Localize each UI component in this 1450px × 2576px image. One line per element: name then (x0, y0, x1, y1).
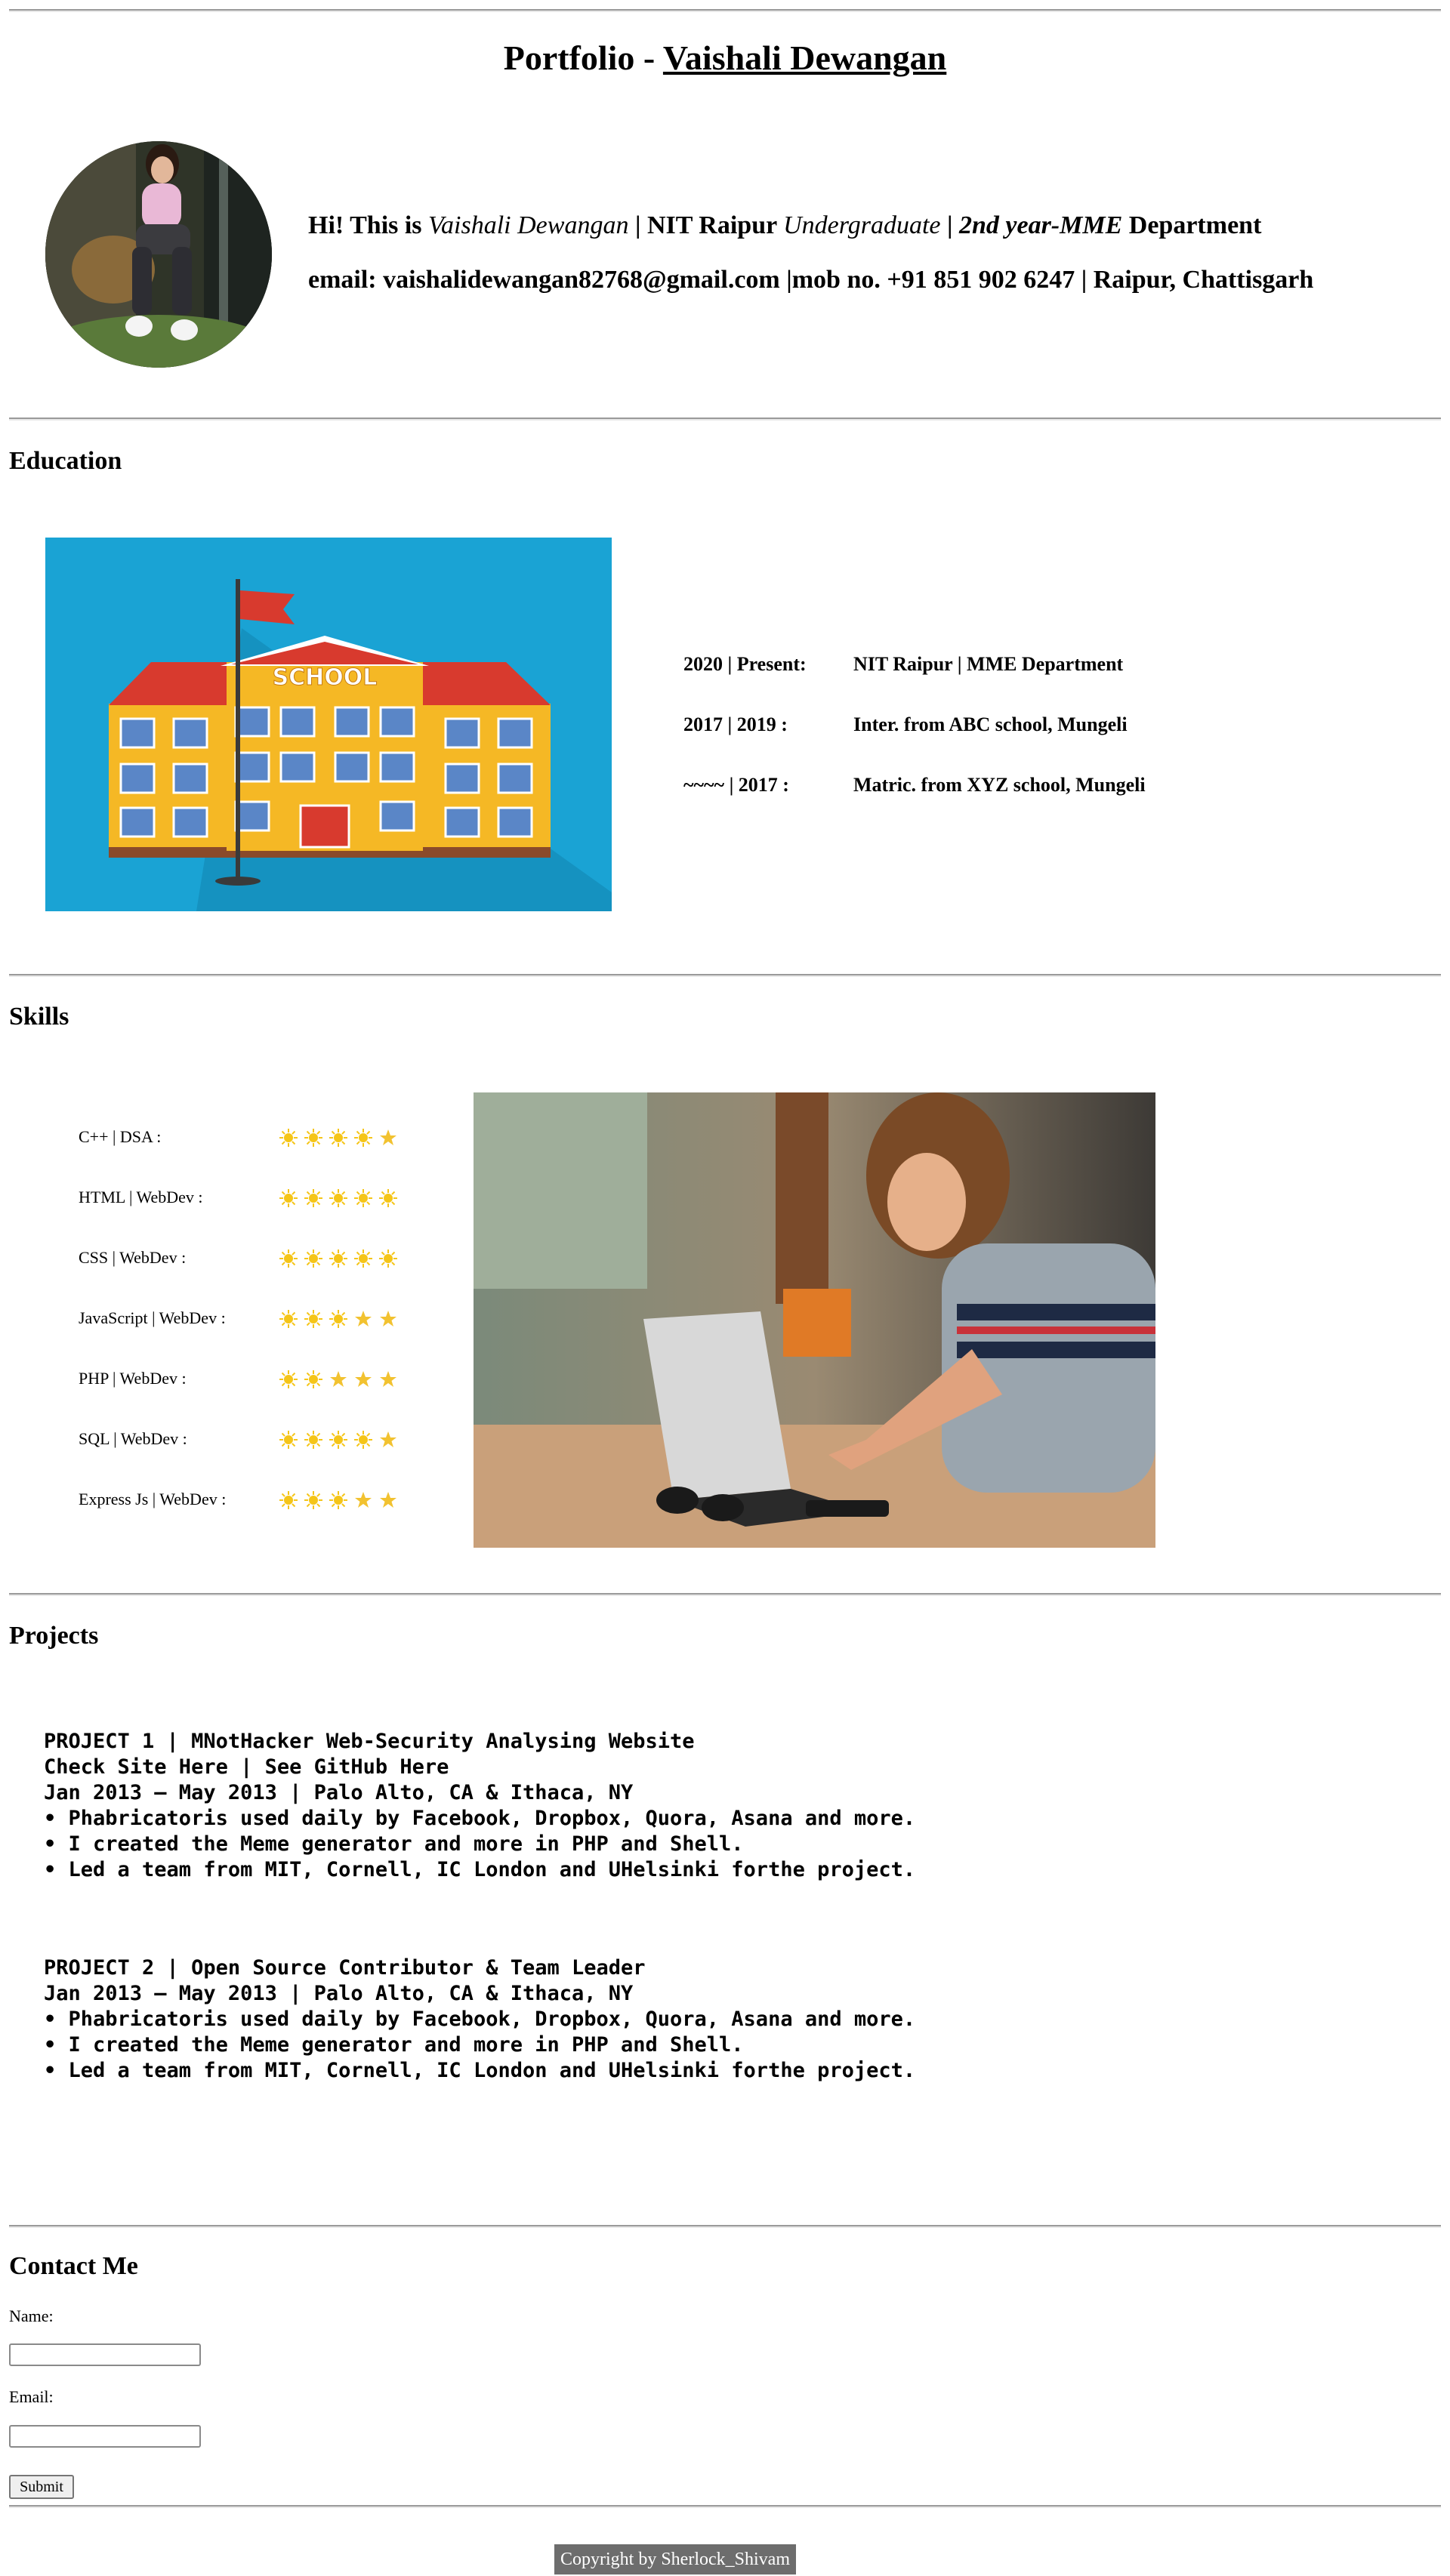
project-bullet: • I created the Meme generator and more … (44, 2033, 744, 2057)
skill-label: Express Js | WebDev : (79, 1490, 227, 1508)
page-title: Portfolio - Vaishali Dewangan (503, 39, 947, 77)
sun-icon (279, 1129, 298, 1147)
school-image: SCHOOL (45, 538, 612, 911)
sun-icon (329, 1249, 347, 1268)
contact-line: email: vaishalidewangan82768@gmail.com |… (308, 266, 1314, 294)
education-row: 2020 | Present: NIT Raipur | MME Departme… (683, 653, 1124, 675)
email-label: Email: (9, 2387, 54, 2406)
divider (9, 974, 1441, 977)
education-heading: Education (9, 447, 122, 475)
school-sign-text: SCHOOL (273, 664, 378, 691)
divider (9, 2505, 1441, 2508)
sun-icon (304, 1370, 322, 1388)
submit-button[interactable]: Submit (9, 2475, 74, 2499)
skill-rating (279, 1189, 404, 1207)
project-dates: Jan 2013 – May 2013 | Palo Alto, CA & It… (44, 1982, 634, 2005)
project-2: PROJECT 2 | Open Source Contributor & Te… (44, 1955, 915, 2084)
skill-label: JavaScript | WebDev : (79, 1308, 226, 1327)
contact-heading: Contact Me (9, 2252, 138, 2280)
email-input[interactable] (9, 2425, 201, 2448)
skill-rating (279, 1431, 404, 1449)
project-title: PROJECT 2 | Open Source Contributor & Te… (44, 1956, 646, 1980)
projects-heading: Projects (9, 1622, 99, 1650)
skill-label: HTML | WebDev : (79, 1188, 203, 1206)
project-links[interactable]: Check Site Here | See GitHub Here (44, 1755, 915, 1780)
sun-icon (279, 1370, 298, 1388)
sun-icon (304, 1249, 322, 1268)
sun-icon (279, 1310, 298, 1328)
skill-rating (279, 1129, 404, 1147)
laptop-photo (474, 1092, 1155, 1548)
name-input[interactable] (9, 2343, 201, 2366)
divider (9, 2225, 1441, 2228)
project-bullet: • I created the Meme generator and more … (44, 1832, 744, 1856)
star-icon (354, 1310, 372, 1328)
star-icon (379, 1431, 397, 1449)
project-dates: Jan 2013 – May 2013 | Palo Alto, CA & It… (44, 1781, 634, 1804)
skills-heading: Skills (9, 1003, 69, 1031)
sun-icon (329, 1310, 347, 1328)
sun-icon (304, 1310, 322, 1328)
star-icon (379, 1129, 397, 1147)
avatar (45, 141, 272, 368)
sun-icon (304, 1431, 322, 1449)
sun-icon (329, 1431, 347, 1449)
project-bullet: • Led a team from MIT, Cornell, IC Londo… (44, 2059, 916, 2082)
sun-icon (379, 1249, 397, 1268)
education-row: ~~~~ | 2017 : Matric. from XYZ school, Mu… (683, 774, 1146, 796)
sun-icon (279, 1491, 298, 1509)
project-title: PROJECT 1 | MNotHacker Web-Security Anal… (44, 1730, 695, 1753)
sun-icon (354, 1249, 372, 1268)
project-bullet: • Phabricatoris used daily by Facebook, … (44, 1807, 916, 1830)
sun-icon (279, 1431, 298, 1449)
divider (9, 418, 1441, 421)
sun-icon (304, 1189, 322, 1207)
star-icon (329, 1370, 347, 1388)
sun-icon (329, 1491, 347, 1509)
copyright-badge: Copyright by Sherlock_Shivam (554, 2544, 796, 2574)
divider (9, 1593, 1441, 1596)
sun-icon (329, 1189, 347, 1207)
sun-icon (354, 1431, 372, 1449)
star-icon (379, 1310, 397, 1328)
intro-line: Hi! This is Vaishali Dewangan | NIT Raip… (308, 211, 1262, 239)
title-name-link[interactable]: Vaishali Dewangan (663, 39, 946, 77)
star-icon (379, 1491, 397, 1509)
sun-icon (329, 1129, 347, 1147)
skill-label: SQL | WebDev : (79, 1429, 187, 1448)
skill-label: PHP | WebDev : (79, 1369, 187, 1388)
sun-icon (279, 1249, 298, 1268)
star-icon (354, 1491, 372, 1509)
skill-rating (279, 1491, 404, 1509)
skill-rating (279, 1310, 404, 1328)
sun-icon (379, 1189, 397, 1207)
skill-label: C++ | DSA : (79, 1127, 162, 1146)
sun-icon (304, 1491, 322, 1509)
sun-icon (354, 1189, 372, 1207)
project-bullet: • Phabricatoris used daily by Facebook, … (44, 2007, 916, 2031)
education-row: 2017 | 2019 : Inter. from ABC school, Mun… (683, 713, 1128, 735)
project-1: PROJECT 1 | MNotHacker Web-Security Anal… (44, 1729, 915, 1883)
sun-icon (279, 1189, 298, 1207)
skill-label: CSS | WebDev : (79, 1248, 187, 1267)
divider (9, 9, 1441, 12)
skill-rating (279, 1370, 404, 1388)
sun-icon (304, 1129, 322, 1147)
sun-icon (354, 1129, 372, 1147)
skill-rating (279, 1249, 404, 1268)
star-icon (379, 1370, 397, 1388)
name-label: Name: (9, 2306, 54, 2325)
project-bullet: • Led a team from MIT, Cornell, IC Londo… (44, 1858, 916, 1881)
star-icon (354, 1370, 372, 1388)
